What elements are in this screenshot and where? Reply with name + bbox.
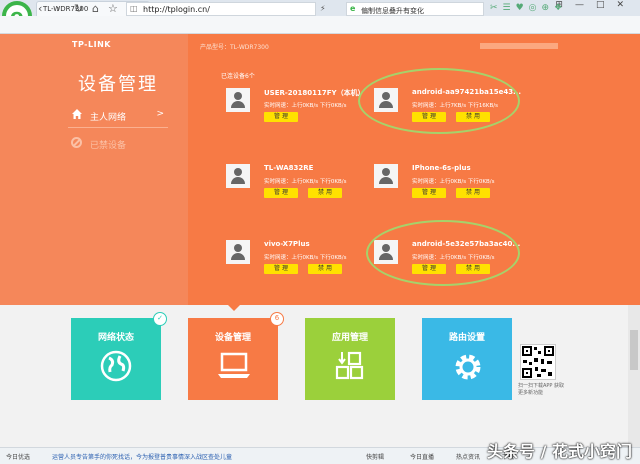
block-icon xyxy=(71,137,82,148)
qr-caption: 扫一扫下载APP 获取更多新功能 xyxy=(518,383,565,396)
tile-app-management[interactable]: 应用管理 xyxy=(305,318,395,400)
search-text: 偏制信息叠升有变化 xyxy=(361,7,424,15)
toolbar-icons[interactable]: ✂☰♥◎⊕❖ xyxy=(490,3,567,13)
device-card: IPhone-6s-plus 实时网速：上行0KB/s 下行0KB/s 管 理 … xyxy=(374,164,524,214)
device-speed: 实时网速：上行0KB/s 下行0KB/s xyxy=(264,255,347,261)
status-item[interactable]: 今日直播 xyxy=(410,452,434,461)
check-icon: ✓ xyxy=(153,312,167,326)
chevron-right-icon: > xyxy=(156,109,164,119)
device-name: IPhone-6s-plus xyxy=(412,164,471,172)
manage-button[interactable]: 管 理 xyxy=(412,188,446,198)
window-controls[interactable]: ⊞—□✕ xyxy=(555,0,636,10)
status-news-link[interactable]: 运营人员专告第手的你死找话，今为报登普贵事情深入战区查处儿童 xyxy=(52,452,252,461)
device-count-badge: 6 xyxy=(270,312,284,326)
sidebar-item-blocked-devices[interactable]: 已禁设备 xyxy=(68,134,168,154)
tile-label: 路由设置 xyxy=(448,333,485,343)
sidebar-item-host-network[interactable]: 主人网络 > xyxy=(68,104,168,128)
product-model: 产品型号：TL-WDR7300 xyxy=(200,44,269,51)
forward-icon[interactable]: › xyxy=(56,2,60,15)
gear-icon xyxy=(455,354,481,380)
search-engine-icon: e xyxy=(350,4,356,13)
tile-label: 网络状态 xyxy=(97,333,134,343)
address-bar[interactable]: ◫ http://tplogin.cn/ xyxy=(126,2,316,16)
active-pointer xyxy=(228,305,240,311)
search-input[interactable]: e 偏制信息叠升有变化 xyxy=(346,2,484,16)
disable-button[interactable]: 禁 用 xyxy=(308,188,342,198)
disable-button[interactable]: 禁 用 xyxy=(308,264,342,274)
device-avatar-icon xyxy=(374,164,398,188)
page-icon: ◫ xyxy=(130,4,138,13)
scrollbar-thumb[interactable] xyxy=(630,330,638,370)
status-item[interactable]: 热点资讯 xyxy=(456,452,480,461)
tile-label: 应用管理 xyxy=(331,333,368,343)
home-icon[interactable]: ⌂ xyxy=(92,2,99,15)
favorite-star-icon[interactable]: ☆ xyxy=(108,2,118,15)
watermark: 头条号 / 花式小窍门 xyxy=(487,442,632,461)
refresh-icon[interactable]: ↻ xyxy=(74,2,83,15)
connected-count: 已连设备6个 xyxy=(221,73,255,80)
tile-router-settings[interactable]: 路由设置 xyxy=(422,318,512,400)
device-avatar-icon xyxy=(226,240,250,264)
disable-button[interactable]: 禁 用 xyxy=(456,188,490,198)
qr-code xyxy=(520,344,556,380)
tile-network-status[interactable]: 网络状态 ✓ xyxy=(71,312,167,400)
globe-icon xyxy=(100,350,132,382)
manage-button[interactable]: 管 理 xyxy=(264,188,298,198)
device-speed: 实时网速：上行0KB/s 下行0KB/s xyxy=(264,103,347,109)
device-name: USER-20180117FY（本机） xyxy=(264,89,365,97)
highlight-ellipse xyxy=(366,220,520,286)
status-featured[interactable]: 今日优选 xyxy=(6,452,30,461)
device-name: TL-WA832RE xyxy=(264,164,314,172)
device-speed: 实时网速：上行0KB/s 下行0KB/s xyxy=(264,179,347,185)
url-text: http://tplogin.cn/ xyxy=(143,5,210,14)
home-icon xyxy=(72,109,82,119)
device-avatar-icon xyxy=(226,88,250,112)
laptop-icon xyxy=(218,352,250,378)
back-icon[interactable]: ‹ xyxy=(38,2,42,15)
device-speed: 实时网速：上行0KB/s 下行0KB/s xyxy=(412,179,495,185)
device-name: vivo-X7Plus xyxy=(264,240,310,248)
manage-button[interactable]: 管 理 xyxy=(264,264,298,274)
device-avatar-icon xyxy=(226,164,250,188)
highlight-ellipse xyxy=(358,68,520,134)
tile-label: 设备管理 xyxy=(214,333,251,343)
scrollbar[interactable] xyxy=(628,305,640,447)
device-card: vivo-X7Plus 实时网速：上行0KB/s 下行0KB/s 管 理 禁 用 xyxy=(226,240,376,290)
brand-logo: TP-LINK xyxy=(72,40,111,49)
lightning-icon[interactable]: ⚡ xyxy=(320,4,326,13)
sidebar-item-label: 主人网络 xyxy=(90,113,127,123)
tile-device-management[interactable]: 设备管理 6 xyxy=(188,312,284,400)
sidebar-item-label: 已禁设备 xyxy=(90,141,127,151)
blurred-account-info xyxy=(480,43,558,49)
status-item[interactable]: 快剪辑 xyxy=(366,452,384,461)
page-title: 设备管理 xyxy=(78,74,158,95)
navigation-bar xyxy=(0,16,640,34)
apps-grid-icon xyxy=(335,351,364,380)
manage-button[interactable]: 管 理 xyxy=(264,112,298,122)
device-card: USER-20180117FY（本机） 实时网速：上行0KB/s 下行0KB/s… xyxy=(226,88,376,138)
device-card: TL-WA832RE 实时网速：上行0KB/s 下行0KB/s 管 理 禁 用 xyxy=(226,164,376,214)
